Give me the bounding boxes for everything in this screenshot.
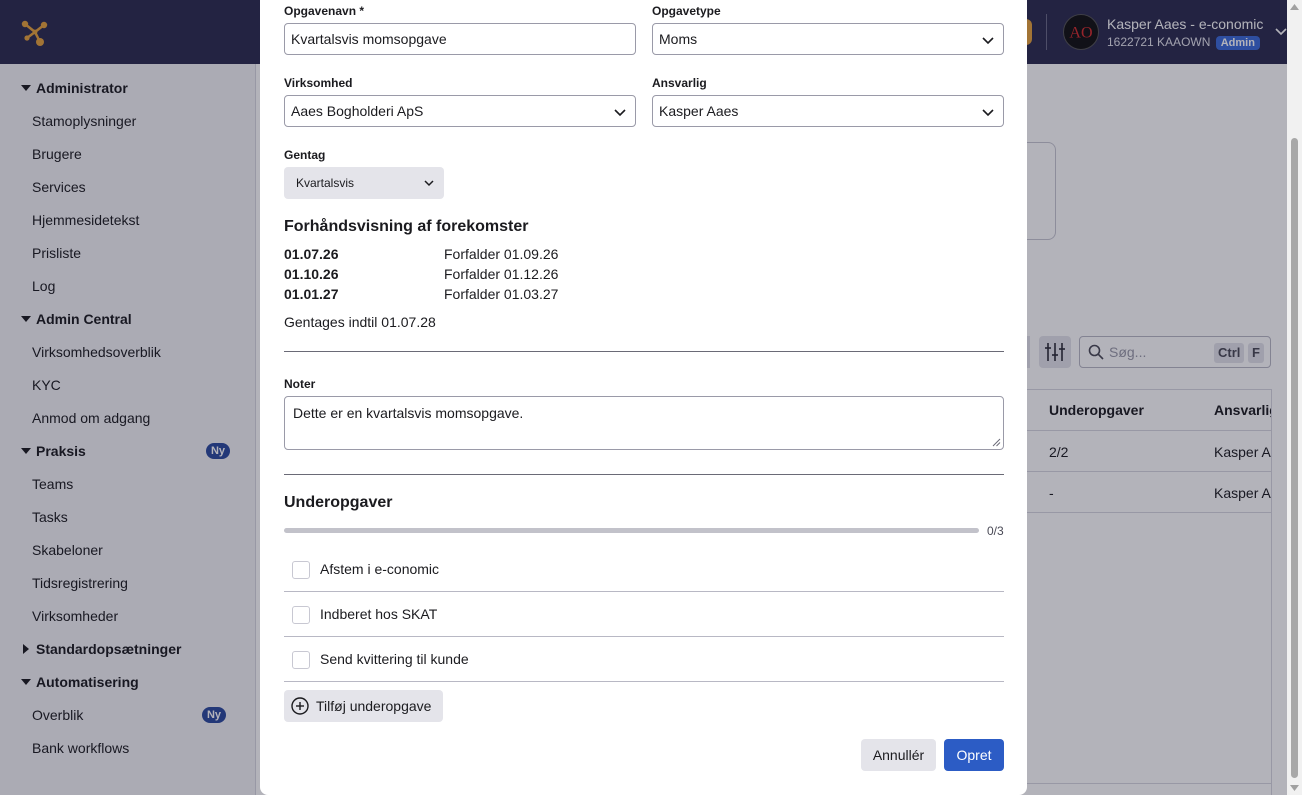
scroll-up-icon[interactable]: [1290, 4, 1299, 10]
subtask-label[interactable]: Send kvittering til kunde: [320, 651, 469, 667]
subtask-label[interactable]: Indberet hos SKAT: [320, 606, 437, 622]
scrollbar[interactable]: [1287, 0, 1302, 795]
notes-label: Noter: [284, 377, 316, 391]
task-name-input[interactable]: Kvartalsvis momsopgave: [284, 23, 636, 55]
add-subtask-button[interactable]: Tilføj underopgave: [284, 690, 443, 722]
responsible-label: Ansvarlig: [652, 76, 707, 90]
section-divider: [284, 474, 1004, 475]
chevron-down-icon: [424, 180, 434, 187]
responsible-select[interactable]: Kasper Aaes: [652, 95, 1004, 127]
occurrence-date: 01.07.26: [284, 246, 339, 262]
repeat-label: Gentag: [284, 148, 326, 162]
cancel-button[interactable]: Annullér: [861, 739, 936, 771]
company-label: Virksomhed: [284, 76, 353, 90]
notes-textarea[interactable]: Dette er en kvartalsvis momsopgave.: [284, 396, 1004, 450]
preview-heading: Forhåndsvisning af forekomster: [284, 218, 529, 235]
task-name-label: Opgavenavn *: [284, 4, 365, 18]
create-task-dialog: Opgavenavn * Kvartalsvis momsopgave Opga…: [260, 0, 1027, 795]
scroll-down-icon[interactable]: [1290, 785, 1299, 791]
resize-grip-icon[interactable]: [992, 438, 1001, 447]
occurrence-date: 01.10.26: [284, 266, 339, 282]
chevron-down-icon: [982, 109, 994, 117]
subtask-label[interactable]: Afstem i e-conomic: [320, 561, 439, 577]
subtask-checkbox[interactable]: [292, 651, 310, 669]
scrollbar-thumb[interactable]: [1291, 138, 1298, 778]
occurrence-date: 01.01.27: [284, 286, 339, 302]
subtasks-heading: Underopgaver: [284, 494, 393, 511]
occurrence-due: Forfalder 01.09.26: [444, 246, 559, 262]
subtask-checkbox[interactable]: [292, 561, 310, 579]
create-button[interactable]: Opret: [944, 739, 1004, 771]
chevron-down-icon: [982, 37, 994, 45]
company-value: Aaes Bogholderi ApS: [291, 103, 424, 119]
task-type-label: Opgavetype: [652, 4, 721, 18]
subtask-item: Indberet hos SKAT: [284, 592, 1004, 637]
add-subtask-label: Tilføj underopgave: [316, 698, 432, 714]
occurrence-due: Forfalder 01.12.26: [444, 266, 559, 282]
notes-value: Dette er en kvartalsvis momsopgave.: [293, 405, 524, 421]
task-type-value: Moms: [659, 31, 698, 47]
subtask-checkbox[interactable]: [292, 606, 310, 624]
occurrence-due: Forfalder 01.03.27: [444, 286, 559, 302]
task-type-select[interactable]: Moms: [652, 23, 1004, 55]
section-divider: [284, 351, 1004, 352]
repeat-value: Kvartalsvis: [296, 176, 355, 190]
responsible-value: Kasper Aaes: [659, 103, 739, 119]
repeat-select[interactable]: Kvartalsvis: [284, 167, 444, 199]
repeats-until: Gentages indtil 01.07.28: [284, 314, 436, 330]
subtask-item: Send kvittering til kunde: [284, 637, 1004, 682]
chevron-down-icon: [614, 109, 626, 117]
subtasks-progress-bar: [284, 528, 979, 533]
subtask-item: Afstem i e-conomic: [284, 547, 1004, 592]
subtasks-count: 0/3: [987, 524, 1004, 538]
company-select[interactable]: Aaes Bogholderi ApS: [284, 95, 636, 127]
plus-circle-icon: [291, 697, 309, 715]
